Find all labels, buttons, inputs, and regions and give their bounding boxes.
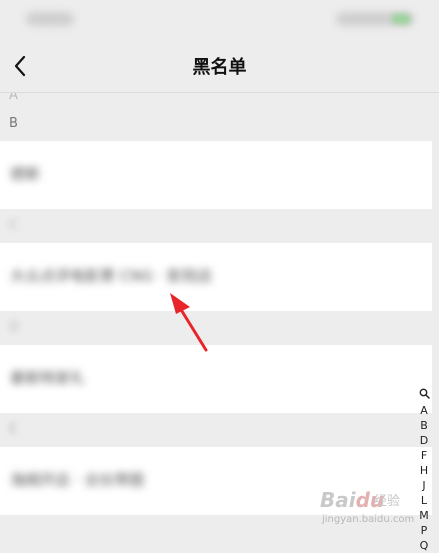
contact-name: 德斯 [10, 165, 41, 183]
battery-icon [392, 14, 410, 24]
status-bar [0, 0, 439, 40]
index-letter[interactable]: D [414, 433, 434, 448]
section-header-a: A [0, 93, 432, 107]
watermark-url: jingyan.baidu.com [322, 514, 415, 525]
section-header: D [0, 311, 432, 345]
section-header-b: B [0, 107, 432, 141]
section-header-label: B [9, 116, 18, 131]
contact-name: 海姆开店 · 合伙带图 [10, 471, 145, 489]
alphabet-index-bar[interactable]: A B D F H J L M P Q [414, 388, 434, 553]
index-letter[interactable]: B [414, 418, 434, 433]
index-letter[interactable]: Q [414, 538, 434, 553]
section-header: E [0, 413, 432, 447]
watermark-text: 经验 [374, 494, 401, 509]
status-time [26, 12, 74, 26]
baidu-watermark: Baidu 经验 jingyan.baidu.com [320, 488, 420, 528]
contact-name: 大众点评电影票 CNG · 影院店 [10, 267, 213, 285]
index-letter[interactable]: H [414, 463, 434, 478]
section-header: C [0, 209, 432, 243]
contact-name: 豪斯特家礼 [10, 369, 86, 387]
index-letter[interactable]: A [414, 403, 434, 418]
search-icon[interactable] [414, 388, 434, 403]
nav-bar: 黑名单 [0, 40, 439, 93]
section-header-label: E [9, 422, 18, 437]
section-header-label: D [9, 320, 20, 335]
list-item[interactable]: 大众点评电影票 CNG · 影院店 [0, 243, 432, 311]
index-letter[interactable]: F [414, 448, 434, 463]
list-item[interactable]: 豪斯特家礼 [0, 345, 432, 413]
page-title: 黑名单 [192, 57, 247, 78]
section-header-label: C [9, 218, 19, 233]
blacklist-list: A B 德斯 C 大众点评电影票 CNG · 影院店 D 豪斯特家礼 E 海姆开… [0, 93, 432, 515]
section-header-label: A [9, 93, 18, 103]
list-item[interactable]: 德斯 [0, 141, 432, 209]
